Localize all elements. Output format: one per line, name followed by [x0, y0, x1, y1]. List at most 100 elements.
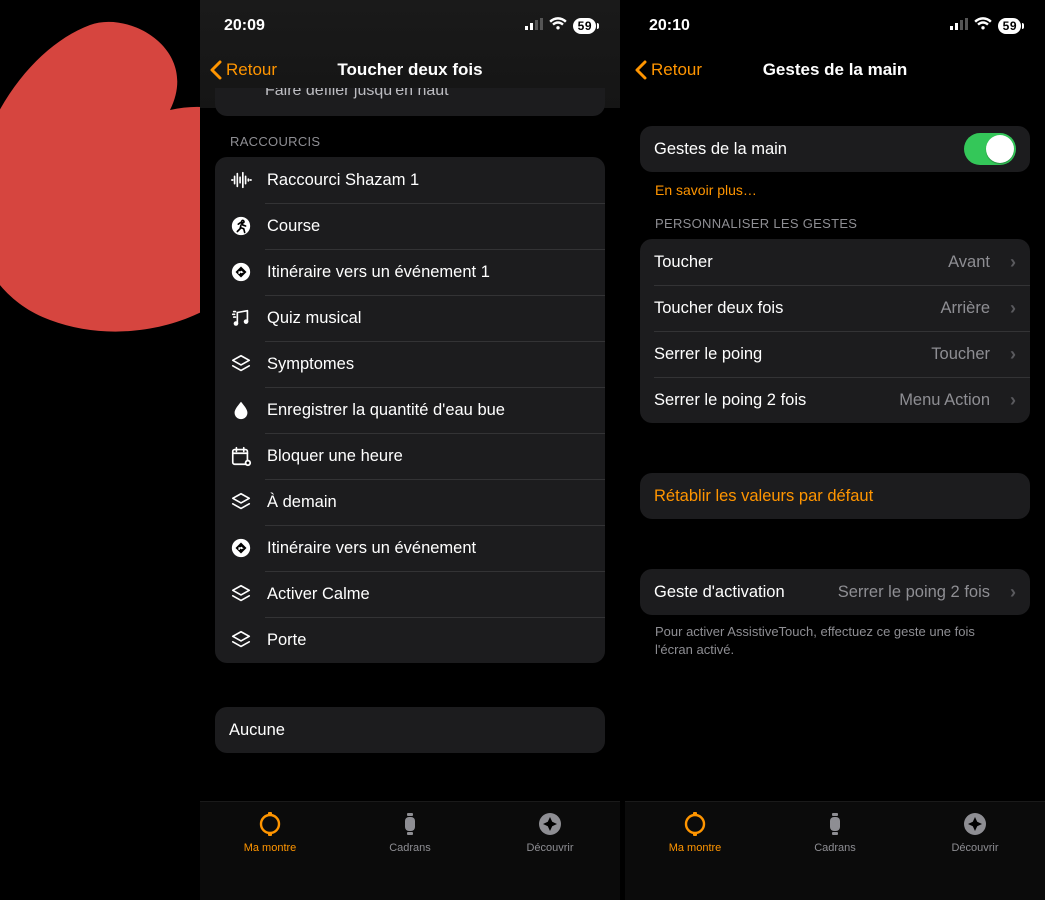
- gesture-label: Toucher: [654, 253, 934, 272]
- tab-label: Cadrans: [814, 842, 856, 854]
- back-button[interactable]: Retour: [210, 60, 277, 80]
- tab-bar: Ma montre Cadrans Découvrir: [200, 801, 620, 900]
- shortcut-row[interactable]: Quiz musical: [215, 295, 605, 341]
- gesture-value: Avant: [948, 253, 990, 272]
- music-note-icon: [229, 306, 253, 330]
- gesture-row[interactable]: Serrer le poing 2 foisMenu Action›: [640, 377, 1030, 423]
- gesture-label: Serrer le poing: [654, 345, 917, 364]
- hand-gestures-toggle-row[interactable]: Gestes de la main: [640, 126, 1030, 172]
- shortcut-label: Symptomes: [267, 355, 591, 374]
- shortcut-label: Bloquer une heure: [267, 447, 591, 466]
- back-label: Retour: [651, 60, 702, 80]
- discover-tab-icon: [961, 810, 989, 838]
- gesture-row[interactable]: Toucher Avant ›: [640, 239, 1030, 285]
- shortcut-label: Porte: [267, 631, 591, 650]
- shortcut-row[interactable]: Activer Calme: [215, 571, 605, 617]
- shortcut-label: À demain: [267, 493, 591, 512]
- tab-bar: Ma montre Cadrans Découvrir: [625, 801, 1045, 900]
- chevron-right-icon: ›: [1010, 298, 1016, 319]
- shortcut-row[interactable]: Itinéraire vers un événement: [215, 525, 605, 571]
- shortcuts-list: Raccourci Shazam 1 Course Itinéraire vers …: [215, 157, 605, 663]
- section-header-shortcuts: RACCOURCIS: [230, 134, 590, 149]
- nav-bar: Retour Toucher deux fois: [200, 48, 620, 92]
- tab-label: Ma montre: [244, 842, 297, 854]
- gesture-row[interactable]: Toucher deux fois Arrière ›: [640, 285, 1030, 331]
- phone-screen-right: 20:10 59 Retour Gestes de la main Gestes…: [625, 0, 1045, 900]
- shortcut-label: Raccourci Shazam 1: [267, 171, 591, 190]
- activation-value: Serrer le poing 2 fois: [838, 583, 990, 602]
- faces-tab-icon: [821, 810, 849, 838]
- shortcut-row[interactable]: Raccourci Shazam 1: [215, 157, 605, 203]
- activation-gesture-row[interactable]: Geste d'activation Serrer le poing 2 foi…: [640, 569, 1030, 615]
- tab-faces[interactable]: Cadrans: [350, 810, 470, 900]
- shortcut-row[interactable]: Course: [215, 203, 605, 249]
- shortcut-row[interactable]: Symptomes: [215, 341, 605, 387]
- layers-icon: [229, 490, 253, 514]
- status-time: 20:10: [649, 17, 690, 35]
- water-drop-icon: [229, 398, 253, 422]
- tab-label: Découvrir: [526, 842, 573, 854]
- faces-tab-icon: [396, 810, 424, 838]
- status-bar: 20:10 59: [625, 0, 1045, 48]
- reset-defaults-row[interactable]: Rétablir les valeurs par défaut: [640, 473, 1030, 519]
- wifi-icon: [549, 17, 567, 35]
- watch-tab-icon: [256, 810, 284, 838]
- shortcut-row[interactable]: Porte: [215, 617, 605, 663]
- reset-label: Rétablir les valeurs par défaut: [654, 487, 1016, 506]
- none-option-row[interactable]: Aucune: [215, 707, 605, 753]
- tab-faces[interactable]: Cadrans: [775, 810, 895, 900]
- calendar-icon: [229, 444, 253, 468]
- tab-watch[interactable]: Ma montre: [635, 810, 755, 900]
- gesture-row[interactable]: Serrer le poing Toucher ›: [640, 331, 1030, 377]
- toggle-card: Gestes de la main: [640, 126, 1030, 172]
- chevron-right-icon: ›: [1010, 390, 1016, 411]
- shortcut-row[interactable]: Bloquer une heure: [215, 433, 605, 479]
- layers-icon: [229, 582, 253, 606]
- shortcut-label: Course: [267, 217, 591, 236]
- shortcut-row[interactable]: À demain: [215, 479, 605, 525]
- discover-tab-icon: [536, 810, 564, 838]
- gesture-value: Arrière: [940, 299, 990, 318]
- shortcut-label: Activer Calme: [267, 585, 591, 604]
- shortcut-row[interactable]: Itinéraire vers un événement 1: [215, 249, 605, 295]
- none-option-label: Aucune: [229, 721, 591, 740]
- route-icon: [229, 536, 253, 560]
- chevron-right-icon: ›: [1010, 252, 1016, 273]
- status-bar: 20:09 59: [200, 0, 620, 48]
- tab-watch[interactable]: Ma montre: [210, 810, 330, 900]
- shortcut-label: Itinéraire vers un événement: [267, 539, 591, 558]
- gesture-value: Toucher: [931, 345, 990, 364]
- section-header-gestures: PERSONNALISER LES GESTES: [655, 216, 1015, 231]
- running-icon: [229, 214, 253, 238]
- chevron-right-icon: ›: [1010, 344, 1016, 365]
- battery-indicator: 59: [573, 18, 596, 34]
- route-icon: [229, 260, 253, 284]
- back-button[interactable]: Retour: [635, 60, 702, 80]
- tab-label: Cadrans: [389, 842, 431, 854]
- watch-tab-icon: [681, 810, 709, 838]
- tab-discover[interactable]: Découvrir: [915, 810, 1035, 900]
- shortcut-label: Quiz musical: [267, 309, 591, 328]
- shortcut-row[interactable]: Enregistrer la quantité d'eau bue: [215, 387, 605, 433]
- reset-card: Rétablir les valeurs par défaut: [640, 473, 1030, 519]
- shortcut-label: Enregistrer la quantité d'eau bue: [267, 401, 591, 420]
- shortcut-label: Itinéraire vers un événement 1: [267, 263, 591, 282]
- previous-row-peek[interactable]: Faire défiler jusqu'en haut: [215, 88, 605, 116]
- gesture-label: Serrer le poing 2 fois: [654, 391, 885, 410]
- learn-more-link[interactable]: En savoir plus…: [655, 182, 1015, 198]
- tab-discover[interactable]: Découvrir: [490, 810, 610, 900]
- toggle-label: Gestes de la main: [654, 140, 950, 159]
- cellular-icon: [950, 17, 968, 35]
- none-option-card: Aucune: [215, 707, 605, 753]
- layers-icon: [229, 352, 253, 376]
- waveform-icon: [229, 168, 253, 192]
- toggle-switch[interactable]: [964, 133, 1016, 165]
- nav-bar: Retour Gestes de la main: [625, 48, 1045, 92]
- cellular-icon: [525, 17, 543, 35]
- tab-label: Découvrir: [951, 842, 998, 854]
- battery-indicator: 59: [998, 18, 1021, 34]
- back-label: Retour: [226, 60, 277, 80]
- layers-icon: [229, 628, 253, 652]
- chevron-right-icon: ›: [1010, 582, 1016, 603]
- gesture-label: Toucher deux fois: [654, 299, 926, 318]
